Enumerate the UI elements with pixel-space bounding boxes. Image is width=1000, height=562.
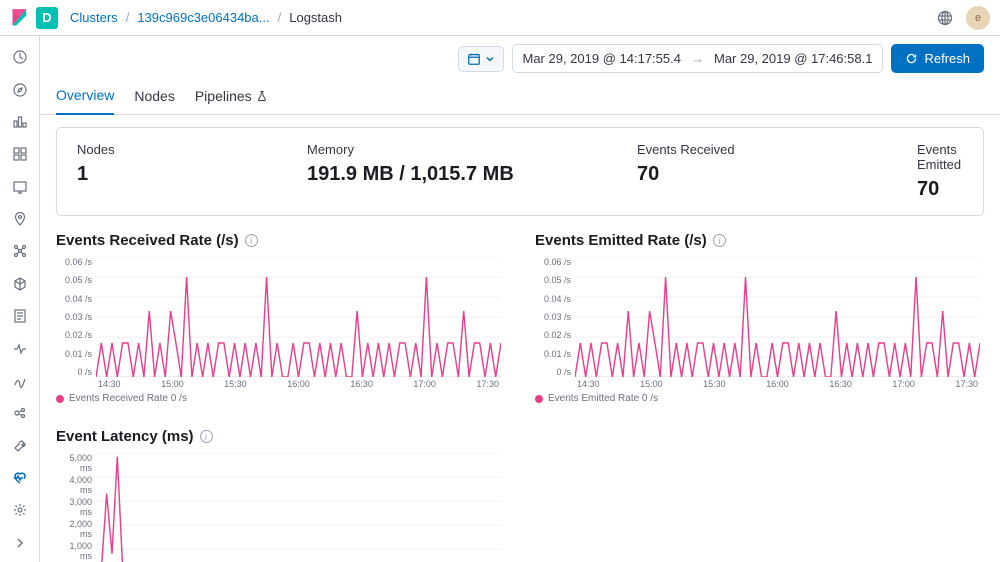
nav-devtools-icon[interactable]: [8, 437, 32, 455]
nav-canvas-icon[interactable]: [8, 178, 32, 196]
legend-dot-icon: [56, 395, 64, 403]
breadcrumb-clusters[interactable]: Clusters: [70, 10, 118, 25]
side-nav: [0, 36, 40, 562]
tab-overview[interactable]: Overview: [56, 81, 114, 115]
refresh-icon: [905, 52, 918, 65]
stat-events-emitted: Events Emitted 70: [917, 142, 963, 201]
chart-events-emitted-rate: Events Emitted Rate (/s) i 0.06 /s0.05 /…: [535, 232, 984, 404]
stat-label: Events Received: [637, 142, 917, 157]
breadcrumb-current: Logstash: [289, 10, 342, 25]
tabs: Overview Nodes Pipelines: [40, 81, 1000, 115]
chevron-down-icon: [485, 54, 495, 64]
stat-label: Events Emitted: [917, 142, 963, 172]
info-icon[interactable]: i: [245, 234, 258, 247]
legend-label: Events Received Rate 0 /s: [69, 393, 187, 404]
stat-value: 70: [917, 178, 963, 201]
info-icon[interactable]: i: [200, 430, 213, 443]
chart-title-text: Events Emitted Rate (/s): [535, 232, 707, 249]
nav-management-icon[interactable]: [8, 501, 32, 519]
legend-dot-icon: [535, 395, 543, 403]
avatar[interactable]: e: [966, 6, 990, 30]
main-content: Mar 29, 2019 @ 14:17:55.4 → Mar 29, 2019…: [40, 36, 1000, 562]
chart-title-text: Events Received Rate (/s): [56, 232, 239, 249]
breadcrumb-separator: /: [126, 10, 130, 25]
time-from: Mar 29, 2019 @ 14:17:55.4: [523, 51, 681, 66]
chart-title-text: Event Latency (ms): [56, 428, 194, 445]
beaker-icon: [256, 90, 268, 102]
nav-logs-icon[interactable]: [8, 307, 32, 325]
kibana-logo-icon[interactable]: [10, 8, 30, 28]
nav-apm-icon[interactable]: [8, 339, 32, 357]
tab-pipelines[interactable]: Pipelines: [195, 81, 268, 114]
time-range-display[interactable]: Mar 29, 2019 @ 14:17:55.4 → Mar 29, 2019…: [512, 44, 884, 73]
stat-value: 1: [77, 163, 307, 186]
chart-events-received-rate: Events Received Rate (/s) i 0.06 /s0.05 …: [56, 232, 505, 404]
nav-visualize-icon[interactable]: [8, 113, 32, 131]
chart-event-latency: Event Latency (ms) i 5,000 ms4,000 ms3,0…: [56, 428, 505, 562]
legend-label: Events Emitted Rate 0 /s: [548, 393, 658, 404]
top-bar: D Clusters / 139c969c3e06434ba... / Logs…: [0, 0, 1000, 36]
nav-recently-viewed-icon[interactable]: [8, 48, 32, 66]
nav-collapse-icon[interactable]: [8, 534, 32, 552]
breadcrumb-separator: /: [278, 10, 282, 25]
nav-ml-icon[interactable]: [8, 242, 32, 260]
stat-value: 191.9 MB / 1,015.7 MB: [307, 163, 637, 186]
stat-label: Memory: [307, 142, 637, 157]
nav-dashboard-icon[interactable]: [8, 145, 32, 163]
breadcrumb: Clusters / 139c969c3e06434ba... / Logsta…: [70, 10, 342, 25]
stat-value: 70: [637, 163, 917, 186]
nav-discover-icon[interactable]: [8, 80, 32, 98]
time-to: Mar 29, 2019 @ 17:46:58.1: [714, 51, 872, 66]
toolbar: Mar 29, 2019 @ 14:17:55.4 → Mar 29, 2019…: [40, 36, 1000, 81]
info-icon[interactable]: i: [713, 234, 726, 247]
nav-maps-icon[interactable]: [8, 210, 32, 228]
refresh-button[interactable]: Refresh: [891, 44, 984, 73]
stat-events-received: Events Received 70: [637, 142, 917, 201]
tab-nodes[interactable]: Nodes: [134, 81, 174, 114]
breadcrumb-cluster-id[interactable]: 139c969c3e06434ba...: [137, 10, 269, 25]
newsfeed-icon[interactable]: [934, 7, 956, 29]
space-badge[interactable]: D: [36, 7, 58, 29]
nav-siem-icon[interactable]: [8, 404, 32, 422]
nav-monitoring-icon[interactable]: [8, 469, 32, 487]
stat-nodes: Nodes 1: [77, 142, 307, 201]
tab-pipelines-label: Pipelines: [195, 88, 252, 104]
arrow-right-icon: →: [691, 51, 704, 66]
chart-legend: Events Received Rate 0 /s: [56, 393, 505, 404]
refresh-label: Refresh: [924, 51, 970, 66]
quick-select-button[interactable]: [458, 46, 504, 72]
stat-memory: Memory 191.9 MB / 1,015.7 MB: [307, 142, 637, 201]
stat-label: Nodes: [77, 142, 307, 157]
stats-panel: Nodes 1 Memory 191.9 MB / 1,015.7 MB Eve…: [56, 127, 984, 216]
nav-infrastructure-icon[interactable]: [8, 275, 32, 293]
nav-uptime-icon[interactable]: [8, 372, 32, 390]
chart-legend: Events Emitted Rate 0 /s: [535, 393, 984, 404]
calendar-icon: [467, 52, 481, 66]
